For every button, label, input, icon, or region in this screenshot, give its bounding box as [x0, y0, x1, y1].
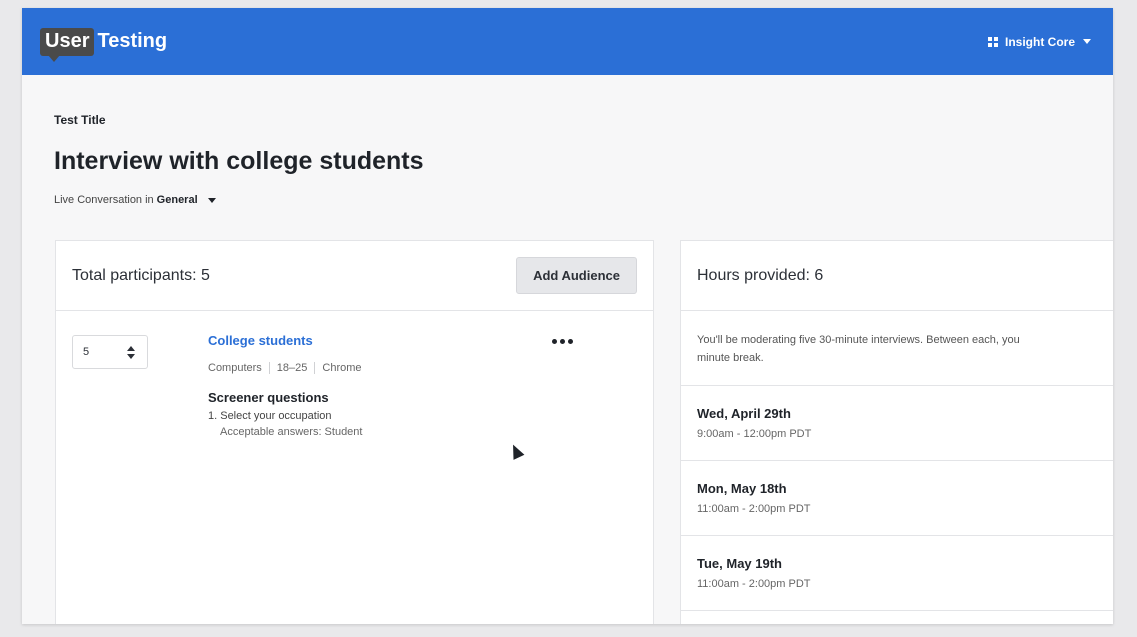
audience-tag: Chrome: [314, 362, 368, 374]
workspace-switcher[interactable]: Insight Core: [987, 34, 1091, 49]
slot-time: 11:00am - 2:00pm PDT: [697, 578, 811, 590]
add-audience-button[interactable]: Add Audience: [516, 257, 637, 294]
hours-description-line: minute break.: [697, 352, 764, 364]
chevron-down-icon: [1083, 39, 1091, 44]
audience-name-link[interactable]: College students: [208, 333, 369, 348]
stepper-arrows[interactable]: [127, 345, 135, 359]
test-header: Test Title Interview with college studen…: [22, 75, 1113, 206]
stepper-up-icon[interactable]: [127, 345, 135, 351]
slot-day: Wed, April 29th: [697, 406, 791, 421]
grid-icon: [987, 36, 998, 47]
more-horizontal-icon[interactable]: [552, 339, 573, 344]
screener-questions-title: Screener questions: [208, 390, 329, 405]
test-type-selector[interactable]: Live Conversation in General: [54, 194, 1113, 206]
audience-item: 5 College students Computers 18–25 Chrom…: [56, 311, 653, 611]
slot-day: Tue, May 19th: [697, 556, 783, 571]
slot-time: 9:00am - 12:00pm PDT: [697, 428, 812, 440]
hours-provided-title: Hours provided: 6: [697, 266, 824, 284]
slot-time: 11:00am - 2:00pm PDT: [697, 503, 811, 515]
workspace-label: Insight Core: [1004, 34, 1075, 49]
total-participants-title: Total participants: 5: [72, 266, 210, 284]
test-title-label: Test Title: [54, 113, 106, 127]
logo-mark: User: [40, 27, 95, 62]
app-window: User Testing Insight Core Test Title Int…: [22, 8, 1113, 624]
audience-panel-header: Total participants: 5 Add Audience: [56, 241, 653, 311]
audience-tags: Computers 18–25 Chrome: [208, 362, 369, 374]
top-navigation-bar: User Testing Insight Core: [22, 8, 1113, 75]
slot-day: Mon, May 18th: [697, 481, 787, 496]
participant-count-stepper[interactable]: 5: [72, 335, 148, 369]
logo-wordmark: Testing: [97, 30, 168, 52]
availability-slot[interactable]: Mon, May 18th 11:00am - 2:00pm PDT: [681, 461, 1113, 536]
hours-description: You'll be moderating five 30-minute inte…: [681, 311, 1113, 386]
chevron-down-icon: [207, 197, 216, 203]
test-category: General: [156, 194, 198, 206]
audience-tag: 18–25: [268, 362, 315, 374]
usertesting-logo[interactable]: User Testing: [40, 27, 168, 62]
hours-panel: Hours provided: 6 You'll be moderating f…: [680, 240, 1113, 624]
availability-slot[interactable]: Wed, April 29th 9:00am - 12:00pm PDT: [681, 386, 1113, 461]
screener-question: 1. Select your occupation: [208, 410, 332, 422]
stepper-down-icon[interactable]: [127, 353, 135, 359]
page-title: Interview with college students: [54, 147, 424, 175]
hours-description-line: You'll be moderating five 30-minute inte…: [697, 334, 1020, 346]
participant-count-value: 5: [83, 346, 90, 358]
availability-slot[interactable]: Tue, May 19th 11:00am - 2:00pm PDT: [681, 536, 1113, 611]
audience-tag: Computers: [208, 362, 262, 374]
screener-acceptable-answers: Acceptable answers: Student: [220, 426, 363, 438]
audience-details: College students Computers 18–25 Chrome …: [208, 333, 369, 438]
hours-panel-header: Hours provided: 6: [681, 241, 1113, 311]
test-type-prefix: Live Conversation in: [54, 194, 154, 206]
audience-panel: Total participants: 5 Add Audience 5 Col…: [55, 240, 654, 624]
